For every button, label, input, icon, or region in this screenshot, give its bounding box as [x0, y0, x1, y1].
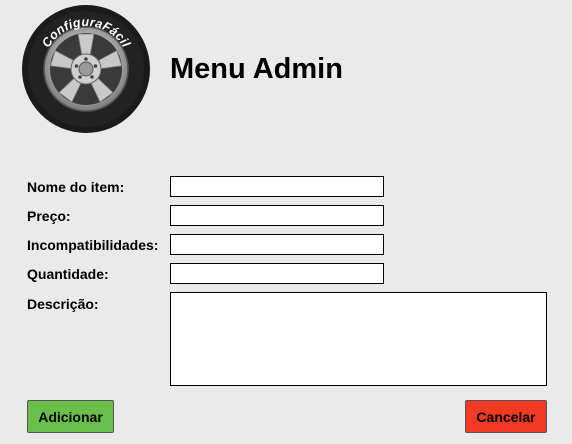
cancel-button[interactable]: Cancelar — [465, 400, 547, 433]
item-name-input[interactable] — [170, 176, 384, 197]
price-label: Preço: — [27, 208, 71, 224]
page-title: Menu Admin — [170, 53, 343, 85]
admin-page: ConfiguraFácil Menu Admin Nome do item: … — [0, 0, 572, 444]
wheel-icon: ConfiguraFácil — [22, 5, 150, 133]
price-input[interactable] — [170, 205, 384, 226]
item-name-label: Nome do item: — [27, 179, 125, 195]
description-textarea[interactable] — [170, 292, 547, 386]
description-label: Descrição: — [27, 296, 99, 312]
quantity-input[interactable] — [170, 263, 384, 284]
configurafacil-logo: ConfiguraFácil — [21, 4, 151, 134]
incompatibilities-input[interactable] — [170, 234, 384, 255]
incompatibilities-label: Incompatibilidades: — [27, 237, 159, 253]
add-button[interactable]: Adicionar — [27, 400, 114, 433]
quantity-label: Quantidade: — [27, 266, 109, 282]
